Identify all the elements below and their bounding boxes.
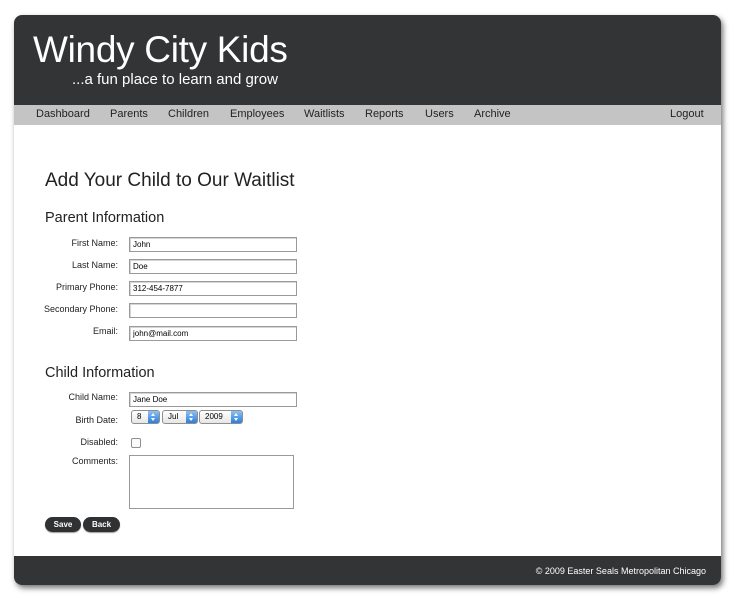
nav-item-users[interactable]: Users: [425, 108, 454, 120]
primary-phone-label: Primary Phone:: [55, 282, 118, 292]
child-name-label: Child Name:: [68, 392, 118, 402]
app-window: Windy City Kids ...a fun place to learn …: [14, 15, 721, 585]
child-section-title: Child Information: [45, 365, 155, 381]
first-name-label: First Name:: [71, 238, 118, 248]
nav-item-waitlists[interactable]: Waitlists: [304, 108, 345, 120]
birth-day-value: 8: [137, 412, 142, 421]
comments-textarea[interactable]: [129, 455, 294, 509]
last-name-label: Last Name:: [71, 260, 118, 270]
birth-month-value: Jul: [168, 412, 179, 421]
email-label: Email:: [92, 326, 118, 336]
select-arrows-icon: [148, 411, 159, 423]
back-button[interactable]: Back: [83, 517, 120, 532]
select-arrows-icon: [186, 411, 197, 423]
birth-year-value: 2009: [205, 412, 223, 421]
email-field[interactable]: [129, 326, 297, 341]
disabled-checkbox[interactable]: [131, 438, 141, 448]
save-button[interactable]: Save: [45, 517, 81, 532]
nav-item-archive[interactable]: Archive: [474, 108, 511, 120]
main-nav: Dashboard Parents Children Employees Wai…: [14, 105, 721, 125]
logout-link[interactable]: Logout: [670, 108, 704, 120]
page-title: Add Your Child to Our Waitlist: [45, 170, 295, 191]
disabled-label: Disabled:: [80, 437, 118, 447]
site-tagline: ...a fun place to learn and grow: [72, 71, 278, 88]
site-title: Windy City Kids: [33, 29, 288, 70]
site-footer: © 2009 Easter Seals Metropolitan Chicago: [14, 556, 721, 585]
secondary-phone-label: Secondary Phone:: [43, 304, 118, 314]
last-name-field[interactable]: [129, 259, 297, 274]
birth-day-select[interactable]: 8: [131, 410, 160, 424]
select-arrows-icon: [231, 411, 242, 423]
child-name-field[interactable]: [129, 392, 297, 407]
secondary-phone-field[interactable]: [129, 303, 297, 318]
primary-phone-field[interactable]: [129, 281, 297, 296]
nav-item-parents[interactable]: Parents: [110, 108, 148, 120]
nav-item-employees[interactable]: Employees: [230, 108, 284, 120]
comments-label: Comments:: [71, 456, 118, 466]
nav-item-reports[interactable]: Reports: [365, 108, 404, 120]
copyright-text: © 2009 Easter Seals Metropolitan Chicago: [535, 566, 706, 576]
birth-date-label: Birth Date:: [75, 415, 118, 425]
nav-item-dashboard[interactable]: Dashboard: [36, 108, 90, 120]
birth-month-select[interactable]: Jul: [162, 410, 198, 424]
site-header: Windy City Kids ...a fun place to learn …: [14, 15, 721, 105]
first-name-field[interactable]: [129, 237, 297, 252]
nav-item-children[interactable]: Children: [168, 108, 209, 120]
main-content: Add Your Child to Our Waitlist Parent In…: [14, 125, 721, 556]
birth-year-select[interactable]: 2009: [199, 410, 243, 424]
parent-section-title: Parent Information: [45, 210, 165, 226]
